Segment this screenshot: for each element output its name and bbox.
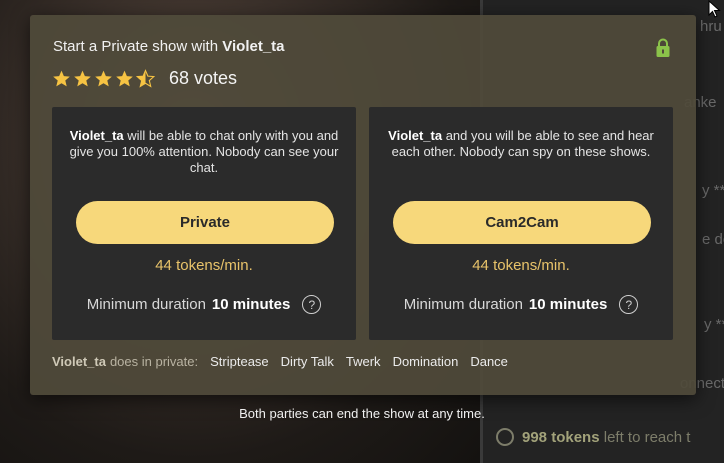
min-duration-label: Minimum duration bbox=[86, 296, 206, 313]
star-half-icon bbox=[136, 69, 155, 88]
card-model-name: Violet_ta bbox=[388, 128, 443, 143]
help-icon[interactable]: ? bbox=[302, 295, 322, 314]
model-name[interactable]: Violet_ta bbox=[222, 38, 284, 55]
min-duration-value: 10 minutes bbox=[211, 296, 291, 313]
private-services: Violet_ta does in private: Striptease Di… bbox=[52, 354, 520, 369]
min-duration-value: 10 minutes bbox=[528, 296, 608, 313]
goal-icon bbox=[496, 428, 514, 446]
star-full-icon bbox=[95, 70, 112, 87]
goal-text: left to reach t bbox=[603, 428, 691, 446]
star-full-icon bbox=[116, 70, 133, 87]
services-lead: does in private: bbox=[109, 354, 199, 369]
chat-message: e do bbox=[702, 231, 724, 248]
goal-tokens: 998 bbox=[522, 428, 548, 446]
chat-message: hru bbox=[700, 18, 722, 35]
cam2cam-button[interactable]: Cam2Cam bbox=[393, 201, 651, 244]
service-item: Dirty Talk bbox=[280, 354, 334, 369]
votes-count: 68 votes bbox=[169, 68, 238, 88]
min-duration-label: Minimum duration bbox=[403, 296, 523, 313]
help-icon[interactable]: ? bbox=[619, 295, 639, 314]
cam2cam-min-duration: Minimum duration 10 minutes ? bbox=[369, 295, 673, 314]
service-item: Dance bbox=[470, 354, 508, 369]
cam2cam-rate: 44 tokens/min. bbox=[472, 257, 570, 274]
star-full-icon bbox=[53, 70, 70, 87]
cam2cam-description: Violet_ta and you will be able to see an… bbox=[383, 128, 659, 160]
modal-title: Start a Private show with Violet_ta bbox=[53, 38, 285, 55]
title-prefix: Start a Private show with bbox=[53, 38, 219, 55]
chat-message: y ** bbox=[704, 316, 724, 333]
private-description: Violet_ta will be able to chat only with… bbox=[66, 128, 342, 176]
lock-icon bbox=[656, 38, 670, 57]
private-min-duration: Minimum duration 10 minutes ? bbox=[52, 295, 356, 314]
private-card: Violet_ta will be able to chat only with… bbox=[52, 107, 356, 340]
token-goal: 998 tokens left to reach t bbox=[496, 428, 690, 446]
chat-message: y ** bbox=[702, 182, 724, 199]
card-model-name: Violet_ta bbox=[69, 128, 124, 143]
services-owner: Violet_ta bbox=[52, 354, 106, 369]
rating: 68 votes bbox=[52, 68, 237, 89]
private-rate: 44 tokens/min. bbox=[155, 257, 253, 274]
footer-note: Both parties can end the show at any tim… bbox=[239, 406, 485, 421]
cam2cam-card: Violet_ta and you will be able to see an… bbox=[369, 107, 673, 340]
star-full-icon bbox=[74, 70, 91, 87]
goal-tokens-word: tokens bbox=[551, 428, 600, 446]
private-button[interactable]: Private bbox=[76, 201, 334, 244]
service-item: Domination bbox=[392, 354, 459, 369]
service-item: Twerk bbox=[345, 354, 381, 369]
service-item: Striptease bbox=[210, 354, 269, 369]
mouse-cursor-icon bbox=[708, 0, 721, 18]
private-show-modal: Start a Private show with Violet_ta 68 v… bbox=[30, 15, 696, 395]
